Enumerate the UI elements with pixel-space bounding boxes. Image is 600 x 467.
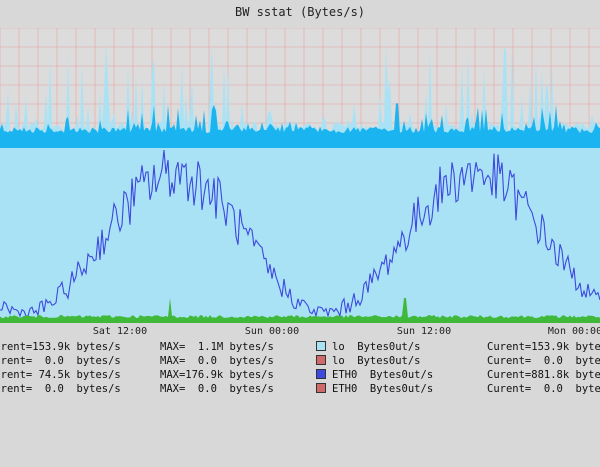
legend-max: MAX= 0.0 bytes/s	[160, 355, 274, 367]
legend-label: lo Bytes0ut/s	[332, 341, 421, 353]
legend-swatch	[316, 369, 326, 381]
legend-current: Curent= 0.0 bytes/s	[0, 383, 121, 395]
x-tick-label: Sun 00:00	[244, 326, 300, 337]
legend-label: ETH0 Bytes0ut/s	[332, 369, 434, 381]
legend-current-2: Curent=881.8k bytes/s	[487, 369, 600, 381]
legend-max: MAX= 0.0 bytes/s	[160, 383, 274, 395]
legend-swatch	[316, 355, 326, 367]
x-tick-label: Sat 12:00	[92, 326, 148, 337]
legend-current: Curent= 74.5k bytes/s	[0, 369, 121, 381]
legend-label: lo Bytes0ut/s	[332, 355, 421, 367]
x-tick-label: Mon 00:00	[547, 326, 600, 337]
legend-max: MAX= 1.1M bytes/s	[160, 341, 274, 353]
legend-swatch	[316, 341, 326, 353]
legend-row: Curent=153.9k bytes/s MAX= 1.1M bytes/s …	[0, 341, 600, 355]
legend-row: Curent= 0.0 bytes/s MAX= 0.0 bytes/s lo …	[0, 355, 600, 369]
legend-current-2: Curent= 0.0 bytes/s	[487, 355, 600, 367]
legend-label: ETH0 Bytes0ut/s	[332, 383, 434, 395]
legend-max: MAX=176.9k bytes/s	[160, 369, 274, 381]
legend-current: Curent= 0.0 bytes/s	[0, 355, 121, 367]
legend-row: Curent= 74.5k bytes/s MAX=176.9k bytes/s…	[0, 369, 600, 383]
chart-title: BW sstat (Bytes/s)	[234, 5, 366, 19]
chart-frame: BW sstat (Bytes/s) Sat 12:00 Sun 00:00 S…	[0, 0, 600, 400]
legend-current-2: Curent=153.9k bytes/s	[487, 341, 600, 353]
x-tick-label: Sun 12:00	[396, 326, 452, 337]
legend-row: Curent= 0.0 bytes/s MAX= 0.0 bytes/s ETH…	[0, 383, 600, 397]
legend-swatch	[316, 383, 326, 395]
legend-current-2: Curent= 0.0 bytes/s	[487, 383, 600, 395]
plot-area	[0, 28, 600, 323]
legend-current: Curent=153.9k bytes/s	[0, 341, 121, 353]
